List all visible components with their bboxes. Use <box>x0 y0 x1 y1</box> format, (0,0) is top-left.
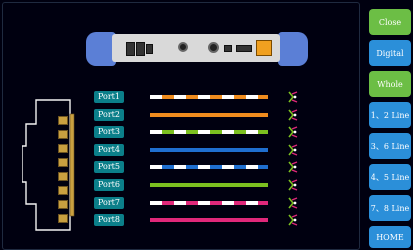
port-label-1: Port1 <box>94 91 124 103</box>
device-top-view <box>86 32 308 66</box>
rj45-pin-3 <box>58 144 68 153</box>
rj45-pin-6 <box>58 186 68 195</box>
home-button[interactable]: HOME <box>369 226 411 248</box>
wire-line-2 <box>150 113 268 117</box>
wire-line-8 <box>150 218 268 222</box>
device-port-hdmi <box>236 45 252 52</box>
device-port-rj45 <box>256 40 272 56</box>
wire-line-4 <box>150 148 268 152</box>
rj45-connector <box>22 98 78 232</box>
device-handle-right <box>278 32 308 66</box>
port-label-5: Port5 <box>94 161 124 173</box>
whole-button[interactable]: Whole <box>369 71 411 97</box>
rj45-pin-8 <box>58 214 68 223</box>
rj45-pin-1 <box>58 116 68 125</box>
connection-status-icon <box>288 109 298 121</box>
device-port-usb <box>126 42 135 56</box>
rj45-pin-7 <box>58 200 68 209</box>
port-label-6: Port6 <box>94 179 124 191</box>
line-78-button[interactable]: 7、8 Line <box>369 195 411 221</box>
wire-line-7 <box>150 201 268 205</box>
line-45-button[interactable]: 4、5 Line <box>369 164 411 190</box>
port-label-8: Port8 <box>94 214 124 226</box>
rj45-pin-5 <box>58 172 68 181</box>
port-label-4: Port4 <box>94 144 124 156</box>
connection-status-icon <box>288 161 298 173</box>
test-screen: Port1 Port2 Port3 Port4 Port5 Port6 Port7 Port8 <box>0 0 362 250</box>
connection-status-icon <box>288 179 298 191</box>
rj45-outline <box>22 99 75 231</box>
wire-line-1 <box>150 95 268 99</box>
connection-status-icon <box>288 91 298 103</box>
port-label-2: Port2 <box>94 109 124 121</box>
wire-line-3 <box>150 130 268 134</box>
device-port-bnc <box>208 42 219 53</box>
device-port-usb2 <box>136 42 145 56</box>
wire-line-5 <box>150 165 268 169</box>
line-12-button[interactable]: 1、2 Line <box>369 102 411 128</box>
connection-status-icon <box>288 126 298 138</box>
rj45-pin-4 <box>58 158 68 167</box>
device-port-power <box>224 45 232 52</box>
close-button[interactable]: Close <box>369 9 411 35</box>
device-body <box>112 34 280 62</box>
port-label-7: Port7 <box>94 197 124 209</box>
connection-status-icon <box>288 197 298 209</box>
device-port-audio <box>178 42 188 52</box>
connection-status-icon <box>288 214 298 226</box>
connection-status-icon <box>288 144 298 156</box>
port-label-3: Port3 <box>94 126 124 138</box>
wire-line-6 <box>150 183 268 187</box>
line-36-button[interactable]: 3、6 Line <box>369 133 411 159</box>
digital-button[interactable]: Digital <box>369 40 411 66</box>
rj45-pin-2 <box>58 130 68 139</box>
device-port-slot <box>146 44 153 54</box>
